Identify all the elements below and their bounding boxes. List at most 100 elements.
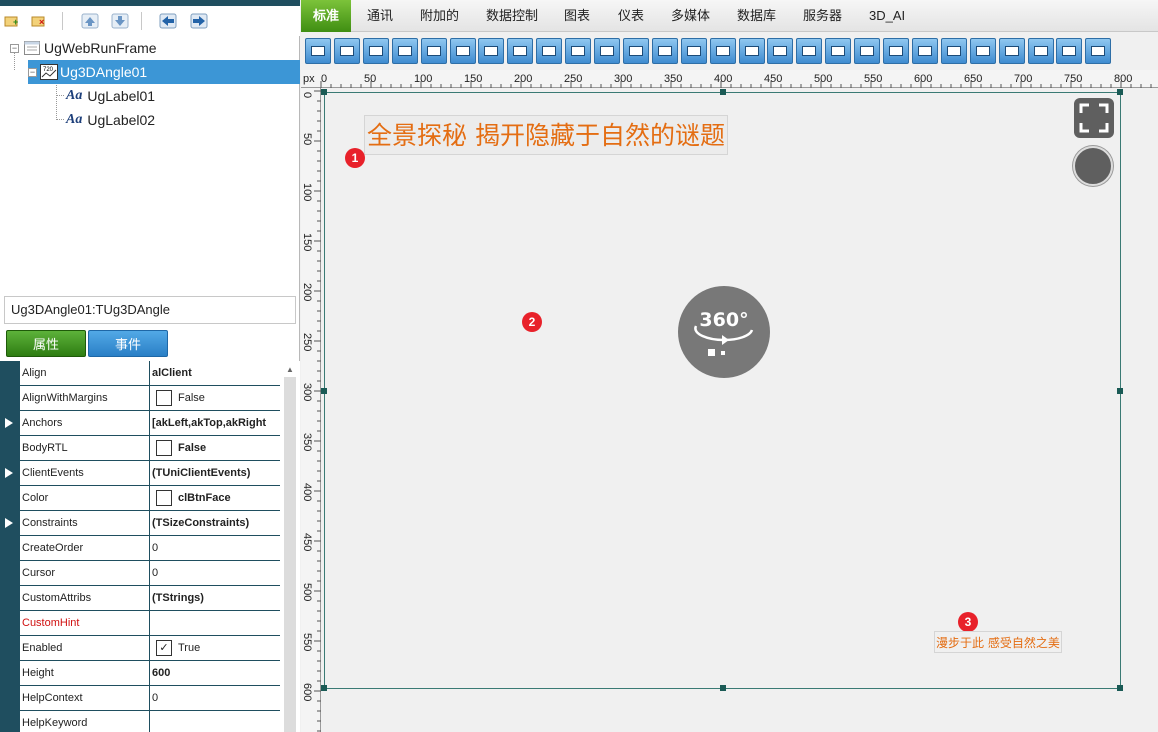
tab-events[interactable]: 事件 (88, 330, 168, 357)
property-value[interactable]: clBtnFace (150, 486, 280, 510)
property-row[interactable]: Color clBtnFace (20, 486, 280, 511)
checkbox[interactable] (156, 390, 172, 406)
palette-tab[interactable]: 通讯 (355, 0, 405, 32)
title-label[interactable]: 全景探秘 揭开隐藏于自然的谜题 (364, 115, 728, 155)
property-row[interactable]: Enabled ✓ True (20, 636, 280, 661)
resize-handle[interactable] (321, 685, 327, 691)
property-row[interactable]: Cursor 0 (20, 561, 280, 586)
resize-handle[interactable] (321, 89, 327, 95)
tab-properties[interactable]: 属性 (6, 330, 86, 357)
folder-icon[interactable] (825, 38, 852, 64)
property-value[interactable]: ✓ True (150, 636, 280, 660)
property-row[interactable]: Height 600 (20, 661, 280, 686)
palette-tab[interactable]: 服务器 (791, 0, 854, 32)
property-row[interactable]: CustomAttribs (TStrings) (20, 586, 280, 611)
checklist-icon[interactable] (305, 38, 331, 64)
tree-node-selected[interactable]: − 720 Ug3DAngle01 (28, 60, 300, 84)
checkbox[interactable] (156, 440, 172, 456)
property-row[interactable]: CreateOrder 0 (20, 536, 280, 561)
palette-tab[interactable]: 附加的 (408, 0, 471, 32)
filmstrip-icon[interactable] (1027, 38, 1054, 64)
property-row[interactable]: HelpKeyword (20, 711, 280, 732)
subtitle-label[interactable]: 漫步于此 感受自然之美 (934, 631, 1062, 653)
property-value[interactable]: 0 (150, 561, 280, 585)
resize-handle[interactable] (1117, 685, 1123, 691)
palette-tab[interactable]: 数据库 (725, 0, 788, 32)
resize-handle[interactable] (720, 685, 726, 691)
panorama-360-button[interactable]: 360° (678, 286, 770, 378)
panel-icon[interactable] (969, 38, 996, 64)
component-name-field[interactable]: Ug3DAngle01:TUg3DAngle (4, 296, 296, 324)
property-row[interactable]: AlignWithMargins False (20, 386, 280, 411)
arrow-right-icon[interactable] (189, 12, 209, 30)
panorama-viewer[interactable]: 全景探秘 揭开隐藏于自然的谜题 1 2 360° 3 漫步于此 感受自然之美 (321, 89, 1123, 691)
checkbox-icon[interactable] (420, 38, 447, 64)
resize-handle[interactable] (1117, 388, 1123, 394)
arrow-left-icon[interactable] (158, 12, 178, 30)
resize-handle[interactable] (720, 89, 726, 95)
grid-icon[interactable] (998, 38, 1025, 64)
folder-icon[interactable] (911, 38, 938, 64)
listbox-icon[interactable] (449, 38, 476, 64)
tree-node-child-1[interactable]: Aa UgLabel01 (66, 84, 155, 108)
resize-handle[interactable] (321, 388, 327, 394)
property-row[interactable]: Anchors [akLeft,akTop,akRight (20, 411, 280, 436)
expand-arrow-icon[interactable] (5, 418, 13, 428)
scroll-up-icon[interactable]: ▲ (284, 365, 296, 377)
fullscreen-button[interactable] (1074, 98, 1114, 138)
edit-icon[interactable] (536, 38, 563, 64)
palette-tab[interactable]: 仪表 (606, 0, 656, 32)
date-icon[interactable] (622, 38, 649, 64)
palette-tab[interactable]: 图表 (552, 0, 602, 32)
tree-node-root[interactable]: − UgWebRunFrame (10, 36, 157, 60)
folder-icon[interactable] (854, 38, 881, 64)
numeric-icon[interactable] (594, 38, 620, 64)
resize-handle[interactable] (1117, 89, 1123, 95)
move-up-icon[interactable] (80, 12, 100, 30)
property-value[interactable] (150, 611, 280, 635)
add-node-icon[interactable]: + (3, 12, 23, 30)
toolbar-icon[interactable] (738, 38, 765, 64)
property-row[interactable]: Constraints (TSizeConstraints) (20, 511, 280, 536)
list-icon[interactable] (651, 38, 678, 64)
palette-tab[interactable]: 标准 (301, 0, 352, 32)
property-value[interactable]: (TSizeConstraints) (150, 511, 280, 535)
property-row[interactable]: CustomHint (20, 611, 280, 636)
property-row[interactable]: BodyRTL False (20, 436, 280, 461)
property-value[interactable]: 0 (150, 536, 280, 560)
property-value[interactable]: False (150, 436, 280, 460)
property-value[interactable]: False (150, 386, 280, 410)
combo-icon[interactable] (478, 38, 505, 64)
label-icon[interactable] (507, 38, 534, 64)
property-value[interactable]: (TUniClientEvents) (150, 461, 280, 485)
radio-icon[interactable] (391, 38, 418, 64)
images-icon[interactable] (1056, 38, 1083, 64)
image-icon[interactable] (796, 38, 823, 64)
property-row[interactable]: Align alClient (20, 361, 280, 386)
property-value[interactable] (150, 711, 280, 732)
palette-tab[interactable]: 数据控制 (474, 0, 550, 32)
expand-arrow-icon[interactable] (5, 468, 13, 478)
delete-node-icon[interactable]: × (30, 12, 50, 30)
ok-button-icon[interactable] (333, 38, 360, 64)
expand-arrow-icon[interactable] (5, 518, 13, 528)
property-value[interactable]: (TStrings) (150, 586, 280, 610)
picture-icon[interactable] (1085, 38, 1112, 64)
scrollbox-icon[interactable] (767, 38, 794, 64)
panel-icon[interactable] (362, 38, 389, 64)
property-row[interactable]: ClientEvents (TUniClientEvents) (20, 461, 280, 486)
collapse-icon[interactable]: − (28, 67, 37, 77)
gyroscope-button[interactable] (1073, 146, 1113, 186)
tree-node-child-2[interactable]: Aa UgLabel02 (66, 108, 155, 132)
button-icon[interactable] (565, 38, 592, 64)
vertical-scrollbar[interactable] (284, 377, 296, 732)
palette-tab[interactable]: 多媒体 (659, 0, 722, 32)
property-row[interactable]: HelpContext 0 (20, 686, 280, 711)
property-value[interactable]: 600 (150, 661, 280, 685)
folder-icon[interactable] (883, 38, 909, 64)
property-value[interactable]: 0 (150, 686, 280, 710)
property-value[interactable]: [akLeft,akTop,akRight (150, 411, 280, 435)
checkbox[interactable] (156, 490, 172, 506)
checkbox[interactable]: ✓ (156, 640, 172, 656)
page-icon[interactable] (940, 38, 967, 64)
